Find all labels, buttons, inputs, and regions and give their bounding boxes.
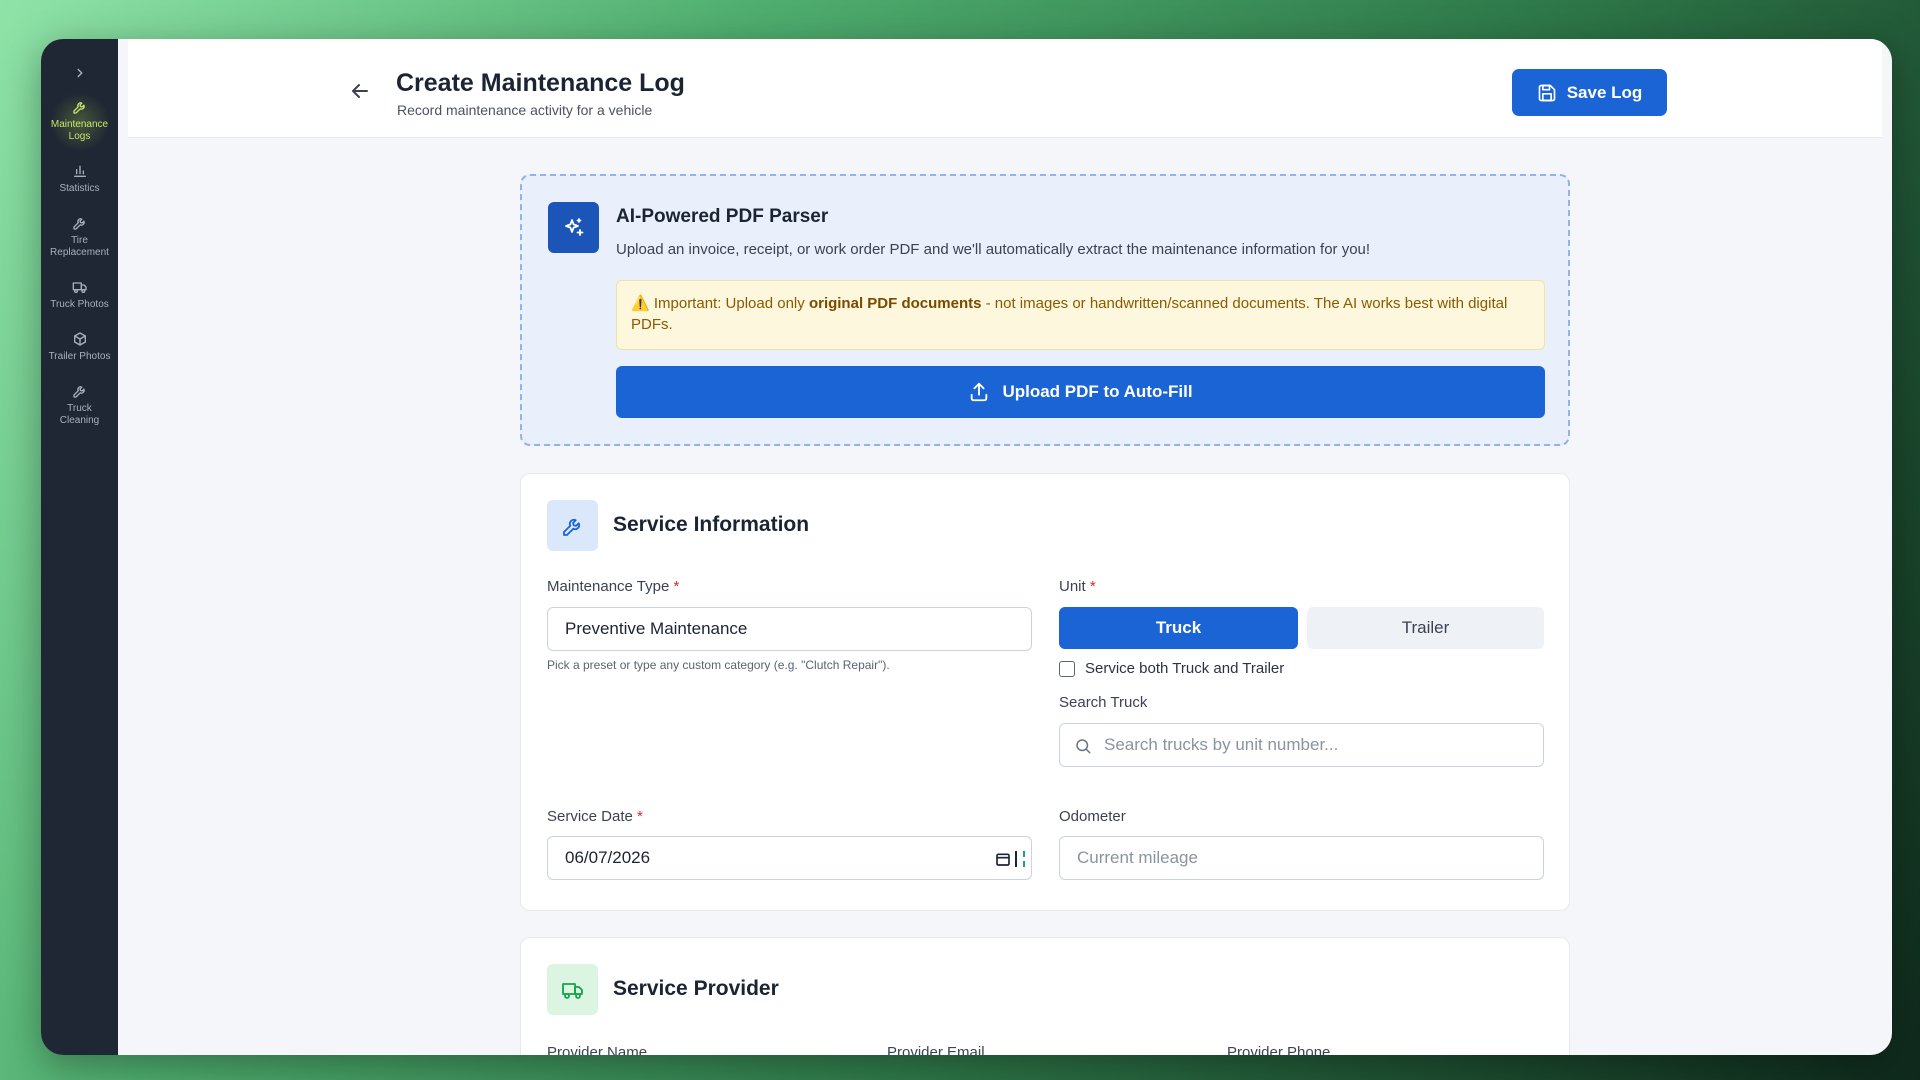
sparkles-icon-box xyxy=(548,202,599,253)
sidebar-item-maintenance-logs[interactable]: Maintenance Logs xyxy=(48,93,111,151)
truck-icon-box xyxy=(547,964,598,1015)
sidebar-item-truck-cleaning[interactable]: Truck Cleaning xyxy=(49,377,111,435)
main-content: Create Maintenance Log Record maintenanc… xyxy=(128,39,1882,1055)
sidebar-item-label: Truck Cleaning xyxy=(59,403,100,426)
sidebar-item-statistics[interactable]: Statistics xyxy=(49,157,111,203)
bar-chart-icon xyxy=(73,165,86,177)
page-subtitle: Record maintenance activity for a vehicl… xyxy=(397,102,653,118)
sidebar: Maintenance Logs Statistics Tire Replace… xyxy=(41,39,118,1055)
wrench-icon xyxy=(72,102,85,114)
service-both-label: Service both Truck and Trailer xyxy=(1085,660,1285,677)
unit-label: Unit * xyxy=(1059,578,1096,595)
sidebar-item-label: Truck Photos xyxy=(50,299,109,310)
ai-pdf-parser-card: AI-Powered PDF Parser Upload an invoice,… xyxy=(520,174,1570,446)
warning-emphasis: original PDF documents xyxy=(808,295,982,312)
odometer-input[interactable]: Current mileage xyxy=(1059,836,1544,880)
search-truck-label: Search Truck xyxy=(1059,694,1148,711)
service-date-label: Service Date * xyxy=(547,808,643,825)
upload-icon xyxy=(971,382,988,402)
page-header: Create Maintenance Log Record maintenanc… xyxy=(128,39,1882,138)
provider-phone-label: Provider Phone xyxy=(1227,1044,1331,1055)
service-information-title: Service Information xyxy=(613,513,810,536)
sidebar-item-label: Statistics xyxy=(59,183,100,194)
wrench-icon-box xyxy=(547,500,598,551)
save-log-button[interactable]: Save Log xyxy=(1512,69,1667,116)
odometer-label: Odometer xyxy=(1059,808,1126,825)
save-icon xyxy=(1538,84,1556,101)
wrench-icon xyxy=(72,218,85,230)
expand-sidebar-button[interactable] xyxy=(65,59,95,87)
warning-prefix: ⚠️ Important: Upload only xyxy=(631,295,809,312)
maintenance-type-hint: Pick a preset or type any custom categor… xyxy=(547,658,890,672)
service-provider-title: Service Provider xyxy=(613,977,779,1000)
service-both-checkbox[interactable] xyxy=(1059,660,1075,677)
ai-parser-description: Upload an invoice, receipt, or work orde… xyxy=(616,241,1371,258)
sparkles-icon xyxy=(564,217,583,236)
wrench-icon xyxy=(72,386,85,398)
upload-pdf-button[interactable]: Upload PDF to Auto-Fill xyxy=(616,366,1545,418)
provider-email-label: Provider Email xyxy=(887,1044,985,1055)
sidebar-item-label: Tire Replacement xyxy=(50,235,109,258)
sidebar-item-label: Trailer Photos xyxy=(48,351,111,362)
back-button[interactable] xyxy=(348,79,372,103)
calendar-icon[interactable] xyxy=(995,851,1011,867)
arrow-left-icon xyxy=(352,84,368,98)
ai-parser-title: AI-Powered PDF Parser xyxy=(616,206,829,227)
unit-trailer-button[interactable]: Trailer xyxy=(1307,607,1544,649)
search-icon xyxy=(1076,739,1091,754)
pdf-warning-banner: ⚠️ Important: Upload only original PDF d… xyxy=(616,280,1545,350)
wrench-icon xyxy=(562,518,580,536)
chevron-right-icon xyxy=(77,68,82,78)
unit-truck-button[interactable]: Truck xyxy=(1059,607,1298,649)
sidebar-item-tire-replacement[interactable]: Tire Replacement xyxy=(49,209,111,267)
field-assist-icon xyxy=(1015,851,1025,867)
maintenance-type-label: Maintenance Type * xyxy=(547,578,680,595)
search-truck-input[interactable]: Search trucks by unit number... xyxy=(1059,723,1544,767)
search-truck-placeholder: Search trucks by unit number... xyxy=(1104,735,1339,754)
sidebar-item-trailer-photos[interactable]: Trailer Photos xyxy=(49,325,111,371)
service-date-value: 06/07/2026 xyxy=(565,848,651,867)
package-icon xyxy=(73,332,86,346)
maintenance-type-input[interactable]: Preventive Maintenance xyxy=(547,607,1032,651)
upload-pdf-label: Upload PDF to Auto-Fill xyxy=(1002,382,1193,401)
service-information-card: Service Information Maintenance Type * P… xyxy=(520,473,1570,911)
service-provider-card: Service Provider Provider Name Provider … xyxy=(520,937,1570,1055)
app-window: Maintenance Logs Statistics Tire Replace… xyxy=(41,39,1892,1055)
service-both-row: Service both Truck and Trailer xyxy=(1059,660,1284,677)
truck-icon xyxy=(561,982,583,999)
service-date-input[interactable]: 06/07/2026 xyxy=(547,836,1032,880)
save-log-label: Save Log xyxy=(1566,82,1643,102)
page-title: Create Maintenance Log xyxy=(396,69,685,97)
sidebar-item-truck-photos[interactable]: Truck Photos xyxy=(49,273,111,319)
truck-icon xyxy=(72,282,87,293)
sidebar-item-label: Maintenance Logs xyxy=(50,119,109,142)
provider-name-label: Provider Name xyxy=(547,1044,648,1055)
